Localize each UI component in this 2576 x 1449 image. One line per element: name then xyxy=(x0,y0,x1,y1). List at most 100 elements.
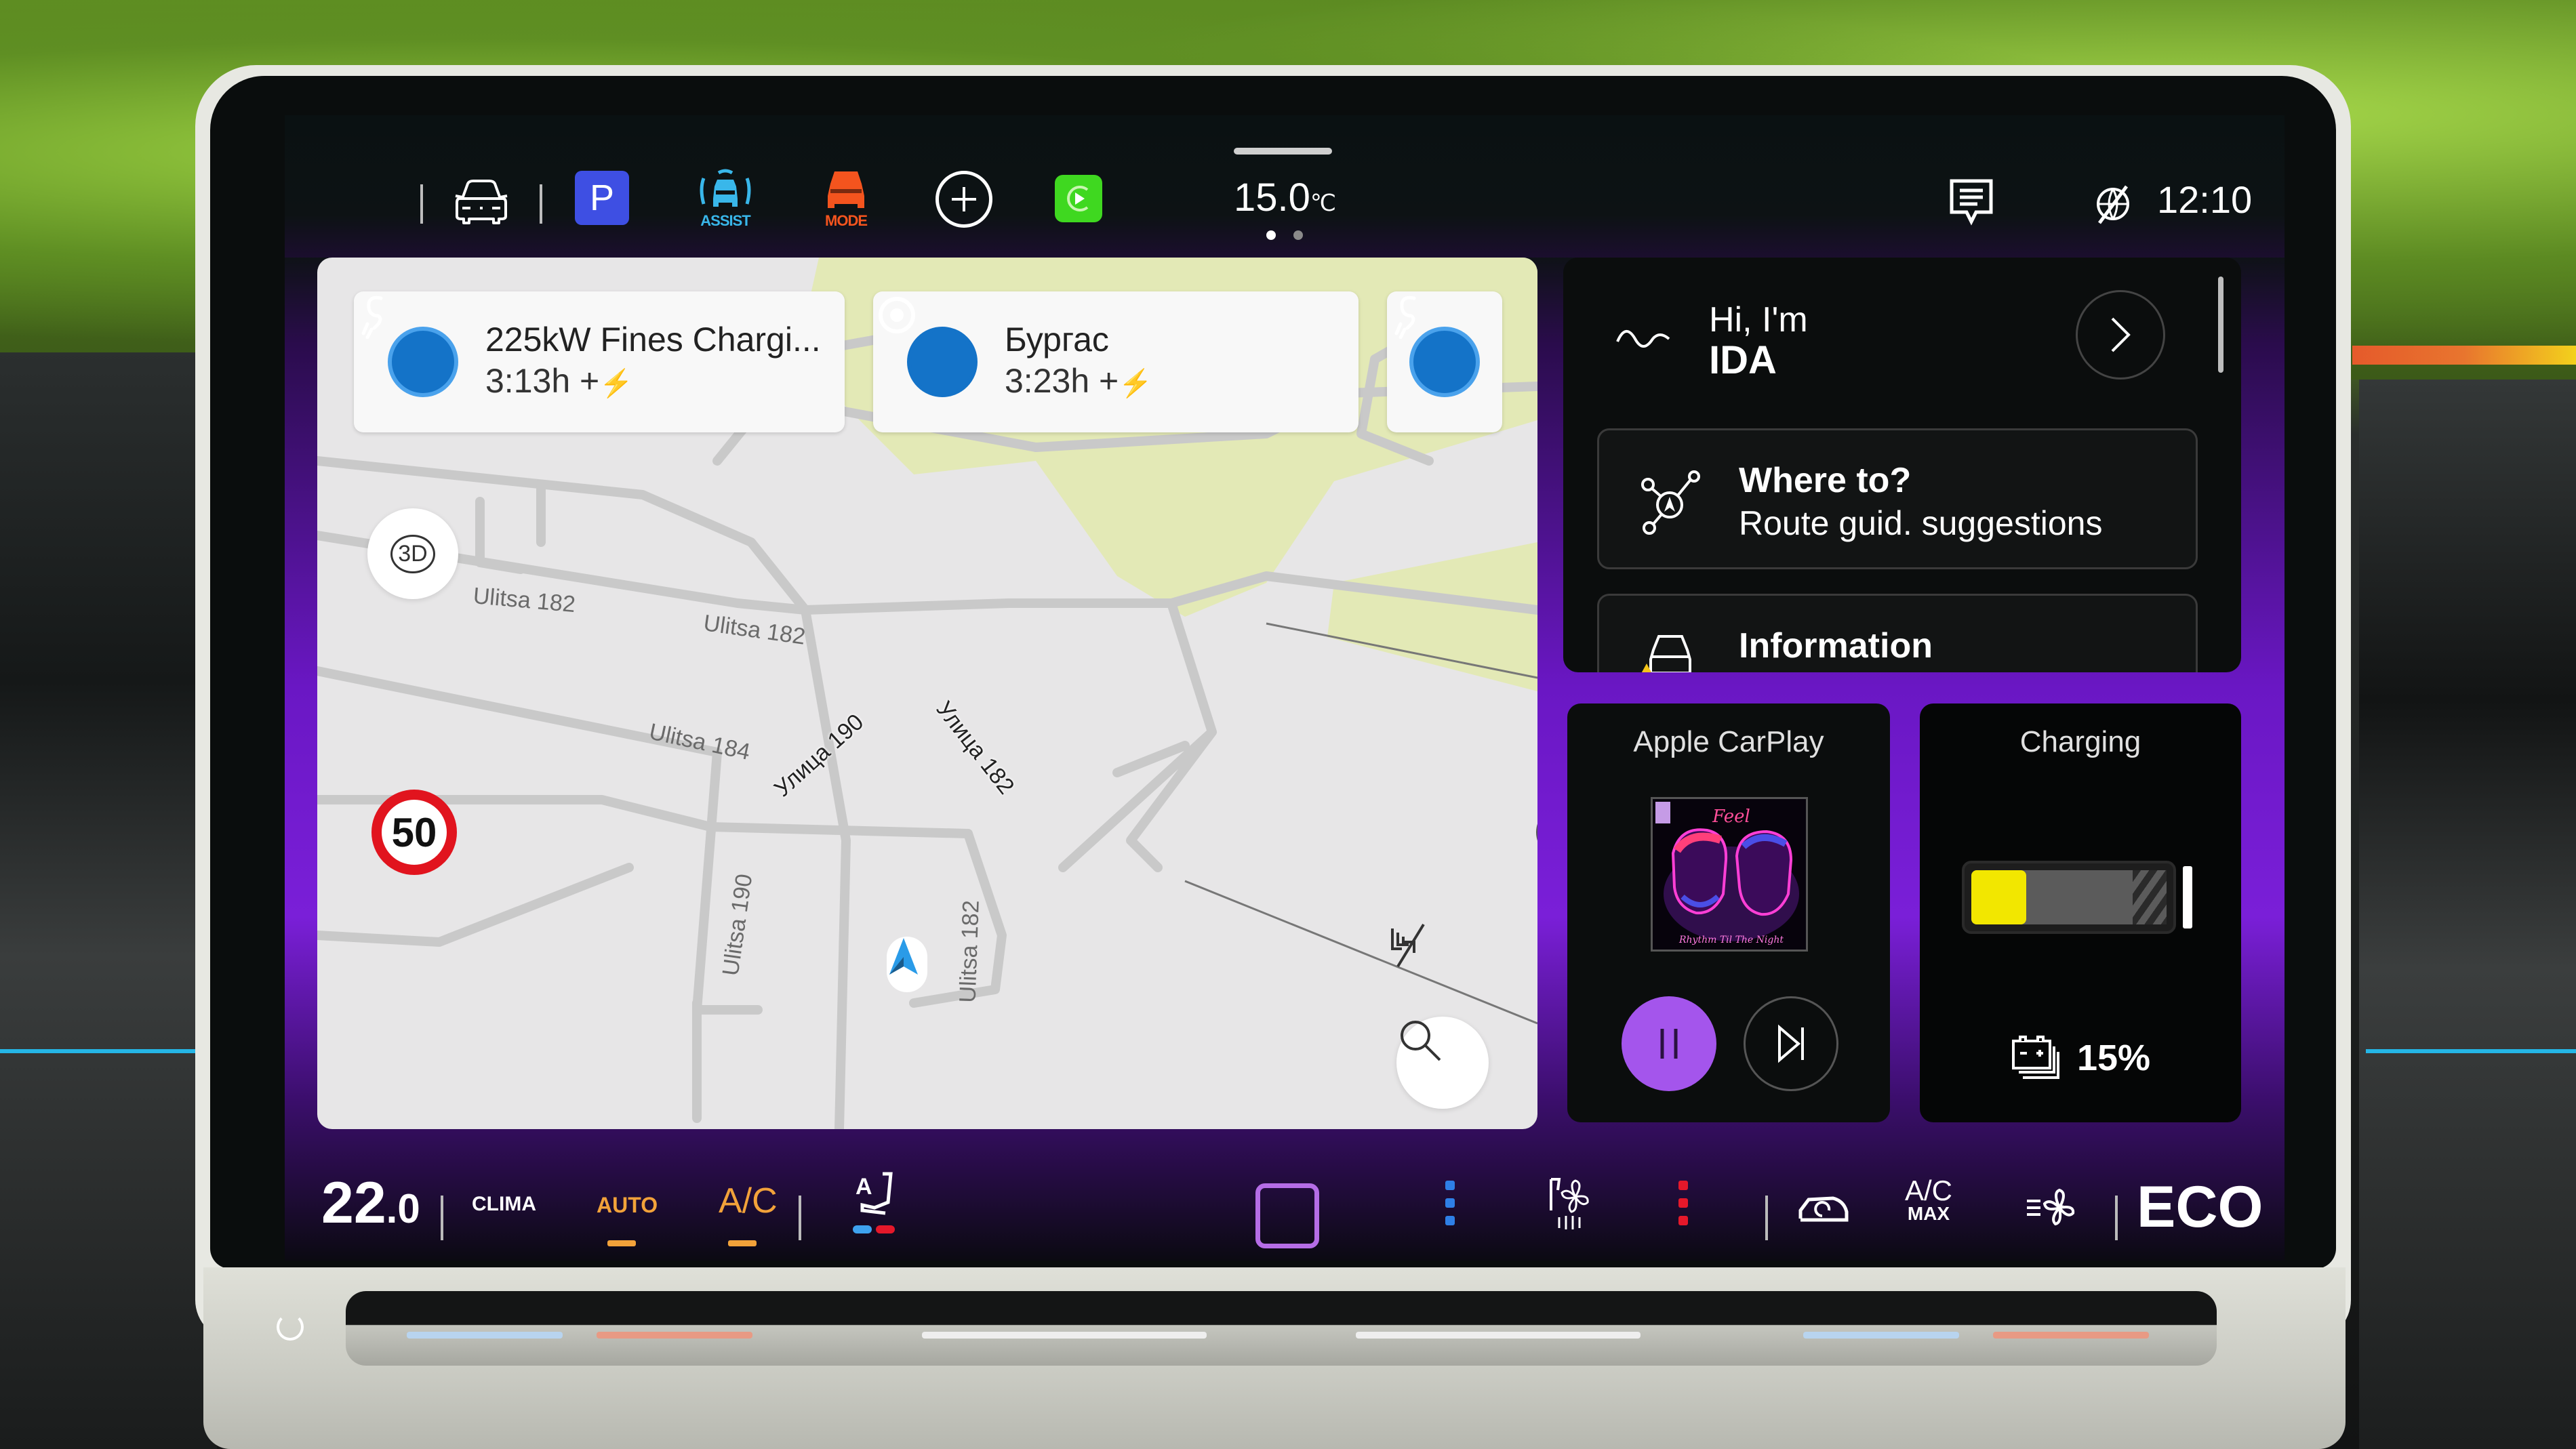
stop-extra-prefix: + xyxy=(580,362,600,400)
view-mode-label: 3D xyxy=(390,534,435,573)
driver-assist-icon xyxy=(700,169,751,207)
volume-slider[interactable] xyxy=(922,1332,1207,1339)
battery-icon xyxy=(2011,1036,2059,1079)
ac-button[interactable]: A/C xyxy=(719,1181,778,1221)
power-icon[interactable] xyxy=(277,1313,304,1341)
page-dot-active[interactable] xyxy=(1266,230,1276,240)
apps-grid-icon[interactable] xyxy=(315,183,396,224)
set-temp-decimal: .0 xyxy=(386,1186,420,1231)
pause-button[interactable] xyxy=(1622,996,1716,1091)
carplay-icon[interactable] xyxy=(1055,175,1102,222)
divider xyxy=(420,184,423,224)
stop-name: 225kW Fines Chargi... xyxy=(485,321,821,359)
car-front-icon[interactable] xyxy=(451,175,512,229)
pull-down-handle[interactable] xyxy=(1234,148,1332,155)
charging-station-icon xyxy=(1394,295,1480,397)
fan-heat-level[interactable] xyxy=(1678,1181,1688,1225)
message-icon[interactable] xyxy=(1944,174,1998,234)
charging-widget[interactable]: Charging 15% xyxy=(1920,703,2241,1122)
rear-defrost-button[interactable] xyxy=(1255,1183,1319,1248)
navigation-map[interactable]: 225kW Fines Chargi... 3:13h +⚡ Бургас 3:… xyxy=(317,258,1537,1129)
ac-max-button[interactable]: A/C MAX xyxy=(1905,1177,1952,1225)
temp-slider-warm-right[interactable] xyxy=(1993,1332,2149,1339)
clima-button[interactable]: CLIMA xyxy=(472,1193,536,1216)
fan-airflow-icon[interactable] xyxy=(1546,1177,1593,1233)
ambient-light-right xyxy=(2366,1049,2576,1053)
charging-title: Charging xyxy=(2019,725,2141,758)
scrollbar[interactable] xyxy=(2218,277,2223,373)
temp-slider-cool-right[interactable] xyxy=(1803,1332,1959,1339)
media-widget[interactable]: Apple CarPlay Feel Rhythm Til The Night xyxy=(1567,703,1890,1122)
stop-eta: 3:13h xyxy=(485,362,571,400)
park-assist-button[interactable]: P xyxy=(575,171,629,225)
seat-auto-icon[interactable]: A xyxy=(856,1170,896,1227)
dashboard-left xyxy=(0,352,217,1449)
park-label: P xyxy=(589,178,615,218)
divider xyxy=(1765,1196,1768,1240)
media-source-title: Apple CarPlay xyxy=(1633,725,1824,758)
climate-bar: 22.0 CLIMA AUTO A/C A A/C MAX ECO xyxy=(285,1139,2285,1261)
auto-button[interactable]: AUTO xyxy=(597,1193,658,1218)
recirculation-icon[interactable] xyxy=(1796,1193,1851,1229)
page-indicator xyxy=(1266,230,1303,240)
status-bar: P ASSIST MODE 15.0℃ 12:10 xyxy=(285,115,2285,258)
assistant-open-button[interactable] xyxy=(2076,290,2165,380)
drive-mode-icon xyxy=(828,171,864,208)
battery-reserve xyxy=(2133,870,2167,924)
mode-label: MODE xyxy=(825,212,868,229)
route-stop-card[interactable]: 225kW Fines Chargi... 3:13h +⚡ xyxy=(354,291,845,432)
assist-label: ASSIST xyxy=(700,212,750,229)
svg-text:Feel: Feel xyxy=(1712,807,1750,827)
dashboard-right xyxy=(2359,380,2576,1449)
voice-wave-icon xyxy=(1615,319,1676,362)
album-caption: Rhythm Til The Night xyxy=(1678,935,1784,945)
charge-level: 15% xyxy=(1920,1034,2241,1082)
suggestion-title: Information xyxy=(1739,626,1933,666)
skip-next-button[interactable] xyxy=(1744,996,1838,1091)
route-destination-card[interactable]: Бургас 3:23h +⚡ xyxy=(873,291,1359,432)
eco-button[interactable]: ECO xyxy=(2137,1174,2263,1241)
connectivity-off-icon[interactable] xyxy=(2089,180,2137,228)
pause-icon xyxy=(1660,1029,1678,1059)
set-temperature[interactable]: 22.0 xyxy=(321,1170,420,1237)
divider xyxy=(540,184,542,224)
ac-active-indicator xyxy=(728,1240,757,1246)
ac-max-bottom: MAX xyxy=(1907,1203,1950,1224)
drive-mode-button[interactable]: MODE xyxy=(812,165,880,233)
traffic-off-icon[interactable] xyxy=(1388,922,1429,976)
charging-station-icon xyxy=(361,295,458,397)
road-thin xyxy=(1184,880,1537,1025)
temp-slider-cool-left[interactable] xyxy=(407,1332,563,1339)
climate-slider-bar[interactable] xyxy=(346,1291,2217,1366)
set-temp-whole: 22 xyxy=(321,1170,386,1236)
speed-limit-value: 50 xyxy=(391,809,437,855)
temp-slider-warm-left[interactable] xyxy=(597,1332,752,1339)
charging-stop-icon: ⚡ xyxy=(599,369,634,399)
album-art[interactable]: Feel Rhythm Til The Night xyxy=(1651,797,1808,952)
destination-flag-icon xyxy=(879,297,978,397)
street-label: Ulitsa 182 xyxy=(954,899,984,1004)
assist-button[interactable]: ASSIST xyxy=(691,165,759,233)
divider xyxy=(2115,1196,2118,1240)
map-search-button[interactable] xyxy=(1396,1017,1489,1109)
infotainment-screen: P ASSIST MODE 15.0℃ 12:10 225kW Fines Ch… xyxy=(285,115,2285,1261)
speed-limit-sign: 50 xyxy=(371,790,457,875)
battery-terminal xyxy=(2183,866,2192,928)
suggestion-card-information[interactable]: Information xyxy=(1597,594,2198,672)
fan-cool-level[interactable] xyxy=(1445,1181,1455,1225)
background-playground xyxy=(2352,346,2576,365)
assistant-greeting[interactable]: Hi, I'm IDA xyxy=(1709,300,1808,381)
suggestion-card-where-to[interactable]: Where to? Route guid. suggestions xyxy=(1597,428,2198,569)
greeting-text: Hi, I'm xyxy=(1709,300,1808,340)
destination-eta: 3:23h xyxy=(1005,362,1090,400)
view-mode-3d-button[interactable]: 3D xyxy=(367,508,458,599)
plus-circle-icon[interactable] xyxy=(935,171,992,228)
outside-temp-value: 15.0 xyxy=(1234,176,1310,220)
fan-icon[interactable] xyxy=(2026,1187,2080,1231)
page-dot[interactable] xyxy=(1293,230,1303,240)
road xyxy=(475,483,546,574)
route-suggestions-icon xyxy=(1640,470,1701,540)
route-stop-card-partial[interactable] xyxy=(1387,291,1502,432)
road xyxy=(317,863,634,947)
volume-slider-right[interactable] xyxy=(1356,1332,1641,1339)
